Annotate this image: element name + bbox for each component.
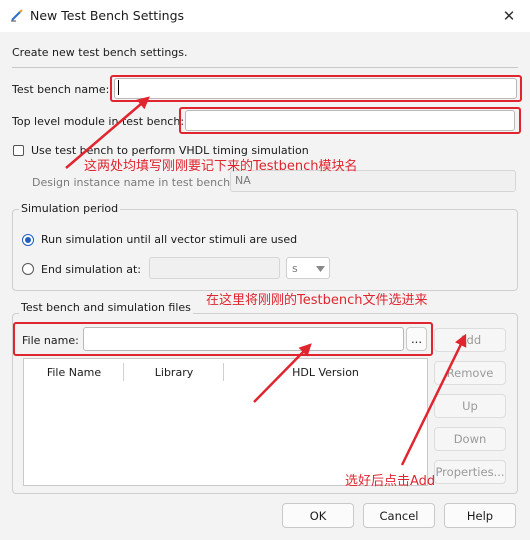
annotation-arrows bbox=[65, 96, 467, 466]
annotation-middle: 在这里将刚刚的Testbench文件选进来 bbox=[206, 293, 428, 308]
annotation-bottom: 选好后点击Add bbox=[345, 474, 436, 489]
arrow-to-file-name bbox=[253, 343, 312, 403]
arrow-to-add-button bbox=[400, 333, 467, 466]
annotation-top: 这两处均填写刚刚要记下来的Testbench模块名 bbox=[84, 159, 358, 174]
